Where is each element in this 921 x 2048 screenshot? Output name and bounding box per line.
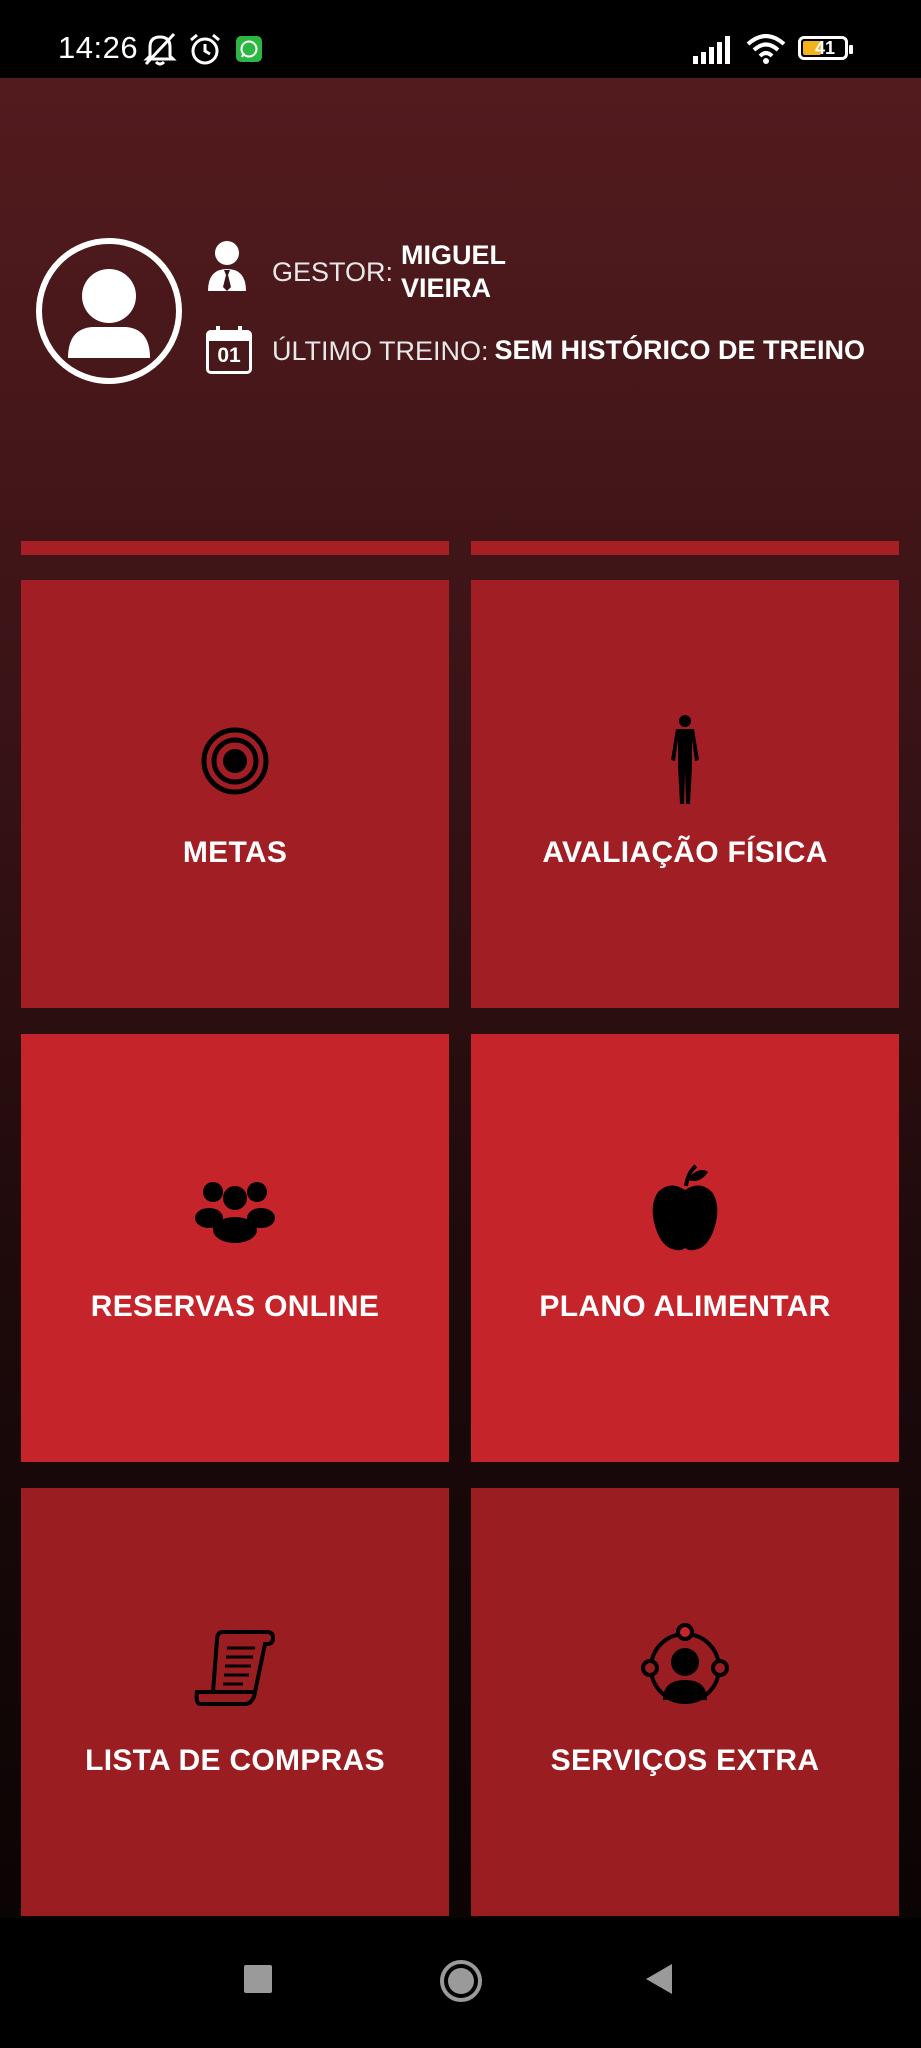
avatar[interactable] [36,238,182,384]
tile-label: SERVIÇOS EXTRA [550,1744,820,1777]
last-training-label: ÚLTIMO TREINO: [272,336,489,366]
battery-level: 41 [815,38,836,58]
navigation-bar [0,1918,921,2048]
tile-label: AVALIAÇÃO FÍSICA [542,836,828,869]
scroll-icon [194,1630,276,1706]
apple-icon [652,1164,718,1251]
manager-row: GESTOR: MIGUEL VIEIRA [206,239,506,305]
tile-label: RESERVAS ONLINE [90,1290,380,1323]
partial-tile-left [21,541,449,555]
tile-label: LISTA DE COMPRAS [85,1744,385,1777]
calendar-day: 01 [217,344,241,367]
body-icon [671,715,699,804]
tile-avaliacao-fisica[interactable]: AVALIAÇÃO FÍSICA [471,580,899,1008]
tile-servicos-extra[interactable]: SERVIÇOS EXTRA [471,1488,899,1916]
alarm-icon [190,33,220,65]
target-icon [201,727,269,795]
tile-label: METAS [182,836,288,869]
last-training-value: SEM HISTÓRICO DE TREINO [494,335,866,365]
user-avatar-icon [68,269,150,358]
tile-label: PLANO ALIMENTAR [539,1290,831,1323]
recents-button[interactable] [244,1965,272,1993]
status-time: 14:26 [58,30,139,65]
network-icon [641,1623,729,1704]
tile-lista-de-compras[interactable]: LISTA DE COMPRAS [21,1488,449,1916]
calendar-icon: 01 [206,326,252,374]
main-panel: GESTOR: MIGUEL VIEIRA 01 ÚLTIMO TREINO: … [0,78,921,1918]
tile-plano-alimentar[interactable]: PLANO ALIMENTAR [471,1034,899,1462]
whatsapp-icon [236,36,262,62]
group-icon [195,1182,275,1243]
manager-name-line2: VIEIRA [401,273,492,303]
battery-icon: 41 [798,36,853,60]
manager-icon [208,241,246,291]
tile-metas[interactable]: METAS [21,580,449,1008]
manager-label: GESTOR: [272,257,394,287]
tile-reservas-online[interactable]: RESERVAS ONLINE [21,1034,449,1462]
status-bar: 14:26 41 [0,0,921,78]
back-button[interactable] [644,1962,674,1996]
home-button[interactable] [440,1960,482,2002]
wifi-icon [746,34,786,64]
partial-tile-right [471,541,899,555]
mute-icon [143,32,177,66]
manager-name-line1: MIGUEL [401,240,507,270]
signal-icon [693,36,730,64]
last-training-row: 01 ÚLTIMO TREINO: SEM HISTÓRICO DE TREIN… [206,326,865,374]
